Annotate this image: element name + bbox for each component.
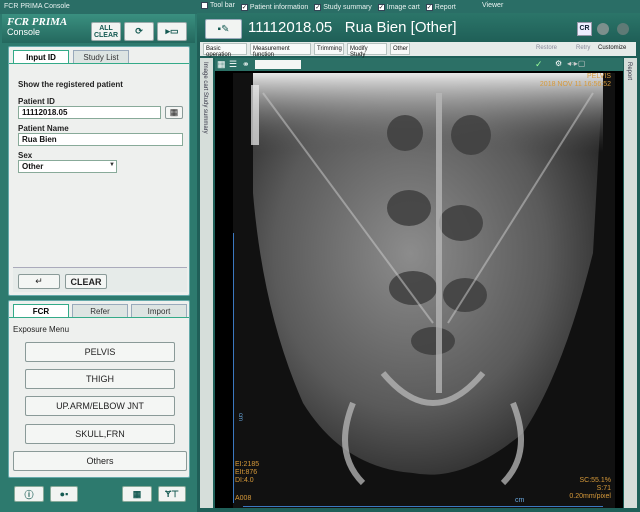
tools-icon: Ɏ⊤	[165, 488, 179, 499]
left-side-tabs: Image cart Study summary	[200, 58, 213, 508]
patient-title: 11112018.05 Rua Bien [Other]	[248, 19, 457, 36]
settings-icon[interactable]: ⚙	[555, 59, 562, 68]
image-field[interactable]	[255, 60, 301, 69]
window-controls-icon[interactable]: ◂▫▸▢	[567, 59, 585, 68]
console-header: FCR PRIMA Console ALL CLEAR ⟳ ▸▭	[2, 14, 195, 43]
panel-heading: Show the registered patient	[18, 80, 123, 89]
list-icon[interactable]: ☰	[229, 59, 237, 70]
user-button[interactable]: ●▪	[50, 486, 78, 502]
patient-edit-icon: ▪✎	[217, 23, 230, 35]
info-button[interactable]: ⓘ	[14, 486, 44, 502]
checkbox-icon: ✓	[377, 4, 385, 11]
viewer-window-title: Viewer	[482, 2, 504, 9]
tab-image-cart[interactable]: Image cart	[202, 62, 208, 90]
report-check[interactable]: ✓ Report	[425, 4, 456, 11]
app-logo: FCR PRIMA Console	[7, 16, 68, 38]
monitor-icon: ▸▭	[165, 26, 179, 36]
exposure-skull-frn-button[interactable]: SKULL,FRN	[25, 424, 175, 444]
chevron-down-icon: ▼	[109, 162, 115, 168]
patient-input-panel: Input ID Study List Show the registered …	[8, 46, 190, 296]
console-panel: FCR PRIMA Console FCR PRIMA Console ALL CL…	[0, 0, 197, 512]
checkbox-icon: ✓	[314, 4, 322, 11]
viewer-window: Tool bar ✓ Patient information ✓ Study sum…	[197, 0, 640, 512]
checkbox-icon	[201, 2, 208, 9]
vertical-scale	[233, 233, 234, 503]
image-cart-check[interactable]: ✓ Image cart	[377, 4, 420, 11]
enter-button[interactable]: ↵	[18, 274, 60, 289]
console-bottom-bar: ⓘ ●▪ ▦ Ɏ⊤	[0, 480, 197, 512]
table-button[interactable]: ▦	[122, 486, 152, 502]
patient-id-field[interactable]: 11112018.05	[18, 106, 161, 119]
tab-trimming[interactable]: Trimming	[314, 43, 344, 55]
viewer-titlebar: Tool bar ✓ Patient information ✓ Study sum…	[197, 0, 640, 13]
transfer-monitor-button[interactable]: ▸▭	[157, 22, 187, 41]
xray-graphic	[233, 73, 615, 508]
exposure-pelvis-button[interactable]: PELVIS	[25, 342, 175, 362]
exposure-menu-label: Exposure Menu	[13, 325, 70, 334]
right-side-tabs: Report	[624, 58, 637, 508]
exposure-thigh-button[interactable]: THIGH	[25, 369, 175, 389]
accession-label: A008	[235, 495, 252, 502]
cr-badge: CR	[577, 22, 592, 36]
patient-name-label: Patient Name	[18, 124, 69, 133]
tab-report[interactable]: Report	[626, 62, 632, 80]
close-icon[interactable]	[617, 23, 629, 35]
toolbar-check[interactable]: Tool bar	[201, 2, 235, 9]
tools-button[interactable]: Ɏ⊤	[158, 486, 186, 502]
tab-input-id[interactable]: Input ID	[13, 50, 69, 63]
patient-badge-button[interactable]: ▪✎	[205, 19, 242, 39]
tab-measurement-function[interactable]: Measurement function	[250, 43, 311, 58]
study-summary-check[interactable]: ✓ Study summary	[314, 4, 372, 11]
function-tab-bar: Basic operation Measurement function Tri…	[200, 42, 636, 58]
restore-button[interactable]: Restore	[536, 45, 557, 51]
checkbox-icon: ✓	[240, 4, 248, 11]
sex-select[interactable]: Other ▼	[18, 160, 117, 173]
customize-button[interactable]: Customize	[598, 45, 626, 51]
sex-label: Sex	[18, 151, 33, 160]
tab-refer[interactable]: Refer	[72, 304, 128, 317]
tab-study-list[interactable]: Study List	[73, 50, 129, 63]
link-icon[interactable]: ⚭	[242, 59, 250, 70]
all-clear-button[interactable]: ALL CLEAR	[91, 22, 121, 41]
refresh-button[interactable]: ⟳	[124, 22, 154, 41]
patient-info-check[interactable]: ✓ Patient information	[240, 4, 308, 11]
status-icon	[597, 23, 609, 35]
tab-divider	[9, 317, 189, 318]
image-toolbar: ▦ ☰ ⚭ ✓ ⚙ ◂▫▸▢	[215, 58, 623, 71]
grid-icon[interactable]: ▦	[217, 59, 226, 70]
horizontal-scale-unit: cm	[515, 497, 525, 504]
check-icon[interactable]: ✓	[535, 59, 543, 70]
image-viewport[interactable]: ▦ ☰ ⚭ ✓ ⚙ ◂▫▸▢ PELVIS 2018 NOV 11 16:56:…	[215, 58, 623, 508]
enter-icon: ↵	[35, 276, 43, 286]
exposure-panel: FCR Refer Import Exposure Menu PELVIS TH…	[8, 300, 190, 478]
tab-modify-study[interactable]: Modify Study	[347, 43, 387, 58]
checkbox-icon: ✓	[425, 4, 433, 11]
console-window-title: FCR PRIMA Console	[0, 0, 197, 14]
grid-icon: ▦	[169, 107, 179, 117]
keypad-button[interactable]: ▦	[165, 106, 183, 119]
tab-other[interactable]: Other	[390, 43, 410, 55]
others-button[interactable]: Others	[13, 451, 187, 471]
patient-name-field[interactable]: Rua Bien	[18, 133, 183, 146]
xray-image[interactable]: PELVIS 2018 NOV 11 16:56:52 EI:2185 EIt:…	[233, 73, 615, 508]
tab-study-summary[interactable]: Study summary	[202, 92, 208, 134]
retry-button[interactable]: Retry	[576, 45, 590, 51]
exposure-index-info: EI:2185 EIt:876 DI:4.0	[235, 461, 260, 484]
exposure-uparm-elbow-button[interactable]: UP.ARM/ELBOW JNT	[25, 396, 175, 416]
patient-id-label: Patient ID	[18, 97, 55, 106]
refresh-icon: ⟳	[135, 26, 143, 36]
scale-info: SC:55.1% S:71 0.20mm/pixel	[569, 477, 611, 500]
info-icon: ⓘ	[24, 489, 34, 500]
clear-button[interactable]: CLEAR	[65, 274, 107, 289]
horizontal-scale	[243, 506, 603, 507]
tab-import[interactable]: Import	[131, 304, 187, 317]
tab-fcr[interactable]: FCR	[13, 304, 69, 317]
vertical-scale-unit: cm	[237, 413, 243, 421]
tab-divider	[9, 63, 189, 64]
tab-basic-operation[interactable]: Basic operation	[203, 43, 247, 58]
patient-header: ▪✎ 11112018.05 Rua Bien [Other] CR	[197, 13, 640, 42]
user-icon: ●▪	[59, 489, 69, 499]
table-icon: ▦	[132, 488, 142, 499]
image-info-top-right: PELVIS 2018 NOV 11 16:56:52	[539, 73, 611, 88]
